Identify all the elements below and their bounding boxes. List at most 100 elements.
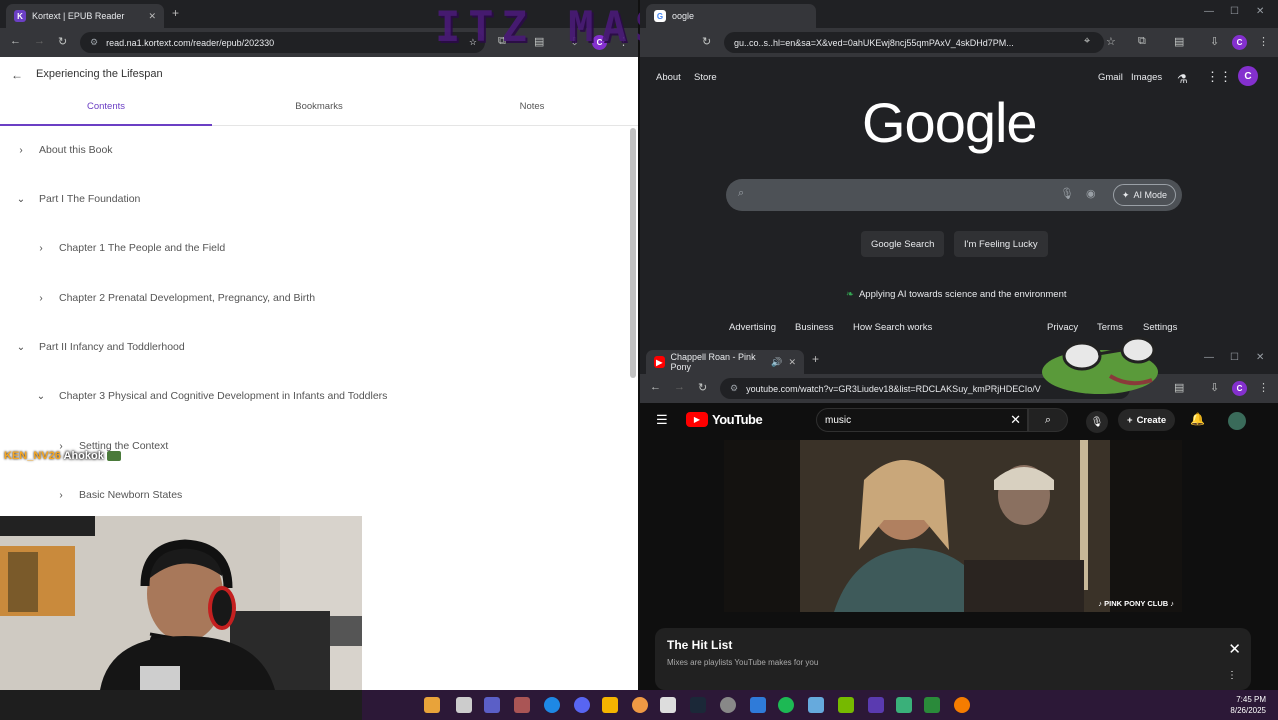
- profile-avatar[interactable]: C: [1232, 35, 1247, 50]
- back-icon[interactable]: ←: [650, 381, 661, 393]
- promo-line[interactable]: ❧ Applying AI towards science and the en…: [846, 289, 1067, 300]
- apps-grid-icon[interactable]: ⋮⋮: [1206, 69, 1232, 85]
- tab-kortext[interactable]: K Kortext | EPUB Reader ✕: [6, 4, 164, 28]
- nav-images[interactable]: Images: [1131, 72, 1162, 83]
- extensions-icon[interactable]: ⧉: [1138, 35, 1146, 48]
- mic-icon[interactable]: 🎙: [1060, 187, 1074, 200]
- youtube-logo[interactable]: ▶ YouTube: [686, 412, 763, 427]
- google-search-button[interactable]: Google Search: [861, 231, 945, 257]
- bookmark-star-icon[interactable]: ☆: [1106, 35, 1116, 48]
- toc-item[interactable]: › About this Book: [15, 135, 112, 165]
- tab-youtube[interactable]: ▶ Chappell Roan - Pink Pony 🔊 ✕: [646, 350, 804, 374]
- downloads-icon[interactable]: ⇩: [1210, 381, 1219, 394]
- downloads-icon[interactable]: ⇩: [1210, 35, 1219, 48]
- nav-store[interactable]: Store: [694, 72, 717, 83]
- tab-google[interactable]: G oogle: [646, 4, 816, 28]
- nav-about[interactable]: About: [656, 72, 681, 83]
- app-icon[interactable]: [868, 697, 884, 713]
- footer-terms[interactable]: Terms: [1097, 322, 1123, 333]
- calendar-icon[interactable]: [660, 697, 676, 713]
- folder-icon[interactable]: [602, 697, 618, 713]
- profile-avatar[interactable]: C: [1232, 381, 1247, 396]
- teams-icon[interactable]: [484, 697, 500, 713]
- toc-item[interactable]: ⌄ Part I The Foundation: [15, 184, 141, 214]
- menu-icon[interactable]: ⋮: [1258, 35, 1269, 48]
- search-box[interactable]: ⌕ 🎙 ◉ ✦ AI Mode: [726, 179, 1182, 211]
- nav-gmail[interactable]: Gmail: [1098, 72, 1123, 83]
- labs-flask-icon[interactable]: ⚗: [1177, 72, 1188, 86]
- address-bar[interactable]: gu..co..s..hl=en&sa=X&ved=0ahUKEwj8ncj55…: [724, 32, 1104, 53]
- site-info-icon[interactable]: ⚙: [730, 383, 738, 394]
- edge-icon[interactable]: [544, 697, 560, 713]
- account-avatar[interactable]: C: [1238, 66, 1258, 86]
- tab-notes[interactable]: Notes: [426, 93, 638, 126]
- chrome-icon[interactable]: [632, 697, 648, 713]
- lens-icon[interactable]: ◉: [1086, 187, 1096, 200]
- close-banner-icon[interactable]: ✕: [1228, 640, 1241, 658]
- footer-advertising[interactable]: Advertising: [729, 322, 776, 333]
- close-window-icon[interactable]: ✕: [1256, 352, 1264, 363]
- reload-icon[interactable]: ↻: [58, 35, 67, 48]
- close-tab-icon[interactable]: ✕: [788, 357, 796, 368]
- maximize-icon[interactable]: ☐: [1230, 352, 1239, 363]
- tab-contents[interactable]: Contents: [0, 93, 212, 126]
- app-icon[interactable]: [954, 697, 970, 713]
- more-options-icon[interactable]: ⋮: [1227, 670, 1237, 681]
- ai-mode-button[interactable]: ✦ AI Mode: [1112, 184, 1176, 206]
- toc-item[interactable]: › Basic Newborn States: [55, 480, 182, 510]
- system-clock[interactable]: 7:45 PM 8/26/2025: [1230, 694, 1266, 716]
- new-tab-icon[interactable]: +: [812, 352, 819, 366]
- video-player[interactable]: ♪ PINK PONY CLUB ♪: [724, 440, 1182, 612]
- word-icon[interactable]: [750, 697, 766, 713]
- scrollbar[interactable]: [630, 128, 636, 378]
- minimize-icon[interactable]: —: [1204, 6, 1214, 17]
- back-icon[interactable]: ←: [10, 35, 21, 47]
- back-arrow-icon[interactable]: ←: [11, 68, 23, 82]
- feeling-lucky-button[interactable]: I'm Feeling Lucky: [954, 231, 1048, 257]
- search-input[interactable]: music ✕: [816, 408, 1028, 432]
- minimize-icon[interactable]: —: [1204, 352, 1214, 363]
- app-icon[interactable]: [896, 697, 912, 713]
- sidepanel-icon[interactable]: ▤: [1174, 381, 1184, 394]
- notifications-bell-icon[interactable]: 🔔: [1190, 412, 1205, 426]
- sidepanel-icon[interactable]: ▤: [1174, 35, 1184, 48]
- clear-search-icon[interactable]: ✕: [1010, 412, 1021, 428]
- forward-icon[interactable]: →: [34, 35, 45, 47]
- forward-icon[interactable]: →: [674, 381, 685, 393]
- nvidia-icon[interactable]: [838, 697, 854, 713]
- toc-item[interactable]: › Chapter 1 The People and the Field: [35, 233, 225, 263]
- channel-avatar[interactable]: [1228, 412, 1246, 430]
- audio-playing-icon[interactable]: 🔊: [771, 357, 782, 368]
- location-icon[interactable]: ⌖: [1084, 35, 1090, 48]
- create-button[interactable]: + Create: [1118, 409, 1176, 431]
- hamburger-menu-icon[interactable]: ☰: [656, 412, 668, 428]
- footer-settings[interactable]: Settings: [1143, 322, 1177, 333]
- notepad-icon[interactable]: [456, 697, 472, 713]
- steam-icon[interactable]: [690, 697, 706, 713]
- close-tab-icon[interactable]: ✕: [148, 11, 156, 22]
- footer-business[interactable]: Business: [795, 322, 834, 333]
- voice-search-icon[interactable]: 🎙: [1086, 411, 1108, 433]
- obs-icon[interactable]: [720, 697, 736, 713]
- toc-item[interactable]: ⌄ Chapter 3 Physical and Cognitive Devel…: [35, 381, 388, 411]
- search-button[interactable]: ⌕: [1028, 408, 1068, 432]
- tab-bookmarks[interactable]: Bookmarks: [213, 93, 425, 126]
- new-tab-icon[interactable]: +: [172, 6, 179, 20]
- spotify-icon[interactable]: [778, 697, 794, 713]
- app-icon[interactable]: [514, 697, 530, 713]
- app-icon[interactable]: [924, 697, 940, 713]
- toc-item[interactable]: › Chapter 2 Prenatal Development, Pregna…: [35, 283, 315, 313]
- discord-icon[interactable]: [574, 697, 590, 713]
- app-icon[interactable]: [808, 697, 824, 713]
- address-bar[interactable]: ⚙ read.na1.kortext.com/reader/epub/20233…: [80, 32, 485, 53]
- toc-item[interactable]: ⌄ Part II Infancy and Toddlerhood: [15, 332, 185, 362]
- maximize-icon[interactable]: ☐: [1230, 6, 1239, 17]
- file-explorer-icon[interactable]: [424, 697, 440, 713]
- reload-icon[interactable]: ↻: [698, 381, 707, 394]
- reload-icon[interactable]: ↻: [702, 35, 711, 48]
- footer-how-search-works[interactable]: How Search works: [853, 322, 932, 333]
- close-window-icon[interactable]: ✕: [1256, 6, 1264, 17]
- hitlist-banner[interactable]: The Hit List Mixes are playlists YouTube…: [655, 628, 1251, 690]
- menu-icon[interactable]: ⋮: [1258, 381, 1269, 394]
- footer-privacy[interactable]: Privacy: [1047, 322, 1078, 333]
